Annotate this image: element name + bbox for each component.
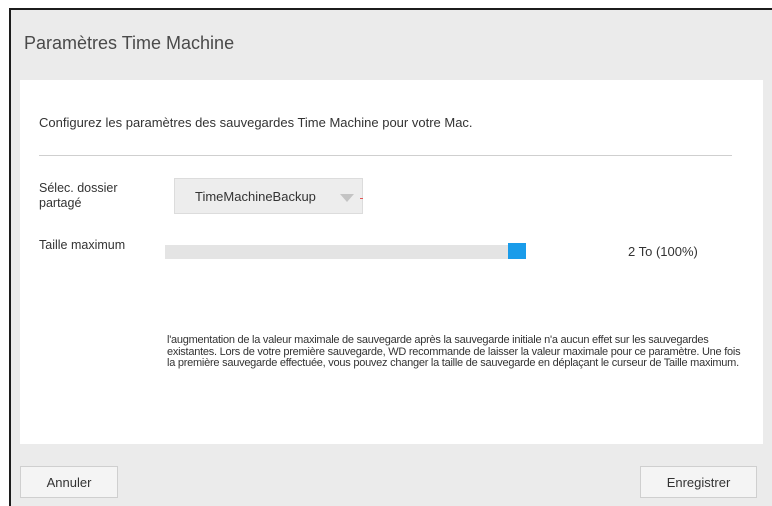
dialog-title: Paramètres Time Machine bbox=[24, 33, 235, 53]
save-button[interactable]: Enregistrer bbox=[640, 466, 757, 498]
cancel-button[interactable]: Annuler bbox=[20, 466, 118, 498]
share-folder-select[interactable]: TimeMachineBackup bbox=[174, 178, 363, 214]
chevron-down-icon[interactable] bbox=[340, 194, 354, 202]
max-size-label: Taille maximum bbox=[39, 238, 126, 252]
divider bbox=[39, 155, 732, 156]
select-mark bbox=[360, 198, 363, 199]
share-folder-label: Sélec. dossier partagé bbox=[39, 181, 118, 210]
max-size-value: 2 To (100%) bbox=[628, 244, 698, 259]
share-folder-value: TimeMachineBackup bbox=[195, 189, 316, 204]
max-size-slider-track[interactable] bbox=[165, 245, 521, 259]
info-note: l'augmentation de la valeur maximale de … bbox=[167, 334, 741, 369]
max-size-slider-handle[interactable] bbox=[508, 243, 526, 259]
intro-text: Configurez les paramètres des sauvegarde… bbox=[39, 115, 473, 130]
settings-panel: Configurez les paramètres des sauvegarde… bbox=[20, 80, 763, 444]
